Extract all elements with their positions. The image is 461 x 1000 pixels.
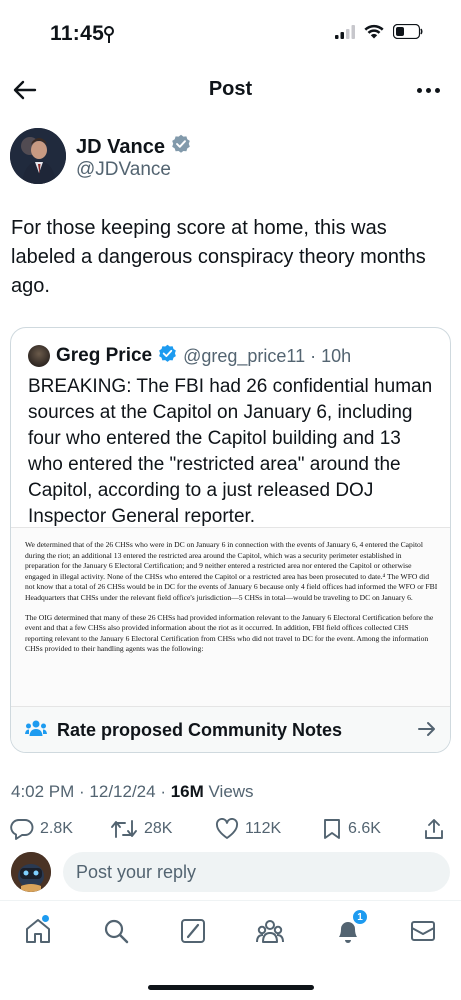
- tab-grok[interactable]: [177, 915, 209, 947]
- post-header: Post: [0, 66, 461, 114]
- tweet-author[interactable]: JD Vance @JDVance: [10, 128, 450, 188]
- document-paragraph: We determined that of the 26 CHSs who we…: [25, 540, 438, 602]
- heart-icon: [216, 818, 238, 839]
- home-indicator: [148, 985, 314, 990]
- timestamp-text: 4:02 PM · 12/12/24 ·: [11, 782, 171, 801]
- notifications-badge: 1: [352, 909, 368, 925]
- reply-button[interactable]: 2.8K: [10, 818, 73, 840]
- reply-composer: [0, 850, 461, 898]
- home-unread-dot: [42, 915, 49, 922]
- arrow-right-icon: [418, 721, 436, 742]
- tab-communities[interactable]: [254, 915, 286, 947]
- views-label: Views: [203, 782, 254, 801]
- back-arrow-icon: [13, 80, 37, 100]
- bookmark-count: 6.6K: [348, 820, 381, 837]
- tab-notifications[interactable]: 1: [332, 909, 368, 947]
- status-bar: 11:45: [0, 0, 461, 66]
- repost-count: 28K: [144, 820, 173, 837]
- tweet-timestamp: 4:02 PM · 12/12/24 · 16M Views: [11, 782, 254, 802]
- document-paragraph: The OIG determined that many of these 26…: [25, 612, 434, 654]
- reply-icon: [10, 819, 34, 840]
- repost-icon: [111, 820, 137, 838]
- cellular-signal-icon: [335, 24, 355, 44]
- page-title: Post: [208, 78, 253, 100]
- avatar[interactable]: [10, 128, 66, 184]
- share-button[interactable]: [423, 818, 445, 840]
- repost-button[interactable]: 28K: [110, 818, 172, 840]
- reply-count: 2.8K: [40, 820, 73, 837]
- quote-header: Greg Price @greg_price11 · 10h: [28, 344, 351, 368]
- tab-home[interactable]: [22, 915, 54, 947]
- like-count: 112K: [245, 820, 282, 837]
- back-button[interactable]: [10, 76, 40, 104]
- communities-icon: [256, 920, 284, 943]
- status-icons: [335, 23, 423, 44]
- community-notes-label: Rate proposed Community Notes: [57, 720, 343, 740]
- status-time: 11:45: [50, 22, 105, 45]
- search-icon: [104, 919, 129, 944]
- tweet-text: For those keeping score at home, this wa…: [11, 217, 426, 297]
- location-pin-icon: [104, 26, 114, 49]
- quoted-tweet[interactable]: Greg Price @greg_price11 · 10h BREAKING:…: [10, 327, 451, 753]
- community-notes-button[interactable]: Rate proposed Community Notes: [11, 707, 450, 752]
- quote-meta: @greg_price11 · 10h: [183, 345, 352, 366]
- wifi-icon: [364, 24, 384, 44]
- community-notes-icon: [25, 719, 47, 742]
- more-options-button[interactable]: [413, 80, 443, 100]
- tab-messages[interactable]: [407, 915, 439, 947]
- grok-icon: [181, 919, 205, 943]
- author-name-text: JD Vance: [76, 135, 165, 158]
- bookmark-icon: [324, 819, 340, 839]
- quote-avatar[interactable]: [28, 345, 50, 367]
- home-icon: [26, 919, 50, 943]
- battery-icon: [392, 23, 423, 44]
- mail-icon: [411, 921, 435, 941]
- views-count[interactable]: 16M: [171, 782, 204, 801]
- current-user-avatar[interactable]: [11, 852, 51, 892]
- share-icon: [425, 819, 443, 839]
- quote-author-name[interactable]: Greg Price: [56, 345, 152, 367]
- quote-document-image[interactable]: We determined that of the 26 CHSs who we…: [11, 527, 450, 707]
- bottom-tab-bar: 1: [0, 900, 461, 960]
- tweet-actions: 2.8K 28K 112K 6.6K: [0, 818, 461, 848]
- like-button[interactable]: 112K: [215, 818, 281, 840]
- quote-text: BREAKING: The FBI had 26 confidential hu…: [28, 376, 433, 527]
- bookmark-button[interactable]: 6.6K: [322, 818, 381, 840]
- author-name[interactable]: JD Vance: [76, 134, 191, 160]
- reply-input[interactable]: [63, 852, 450, 892]
- tab-search[interactable]: [100, 915, 132, 947]
- author-handle[interactable]: @JDVance: [76, 159, 171, 181]
- verified-badge-icon: [171, 134, 191, 160]
- quote-verified-icon: [158, 344, 177, 368]
